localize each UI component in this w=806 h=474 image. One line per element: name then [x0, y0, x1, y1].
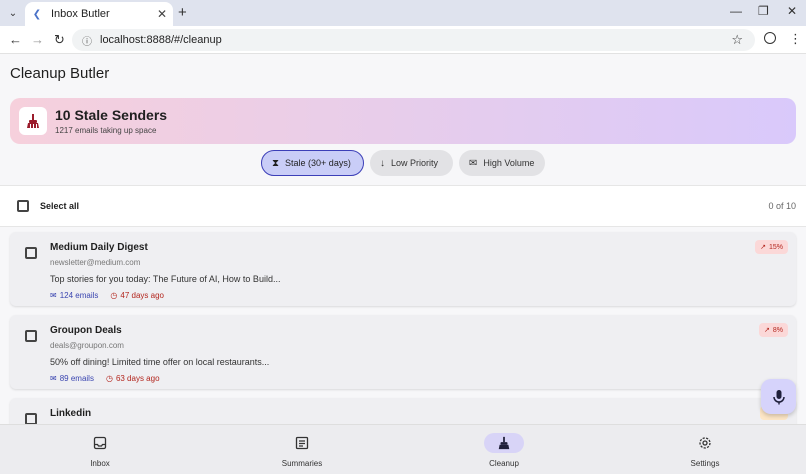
clock-icon: ◷	[105, 374, 113, 383]
browser-tab-title: Inbox Butler	[51, 8, 110, 20]
browser-tab[interactable]: ❮ Inbox Butler ✕	[25, 2, 173, 26]
bottom-navigation: Inbox Summaries Cleanup Settings	[0, 424, 806, 474]
mail-icon: ✉	[469, 157, 478, 169]
filter-chip-low-priority[interactable]: ↓ Low Priority	[370, 150, 453, 176]
summaries-icon	[282, 433, 322, 453]
nav-item-summaries[interactable]: Summaries	[242, 425, 362, 474]
sender-preview: 50% off dining! Limited time offer on lo…	[50, 357, 270, 367]
filter-chip-stale[interactable]: ⧗ Stale (30+ days)	[261, 150, 364, 176]
trend-up-icon: ↗	[764, 327, 770, 334]
filter-chip-label: Low Priority	[391, 158, 439, 168]
last-email-age: ◷ 47 days ago	[110, 291, 164, 300]
trend-percent: 15%	[768, 243, 783, 251]
gear-icon	[685, 433, 725, 453]
minimize-icon[interactable]: —	[730, 4, 742, 18]
clock-icon: ◷	[110, 291, 118, 300]
inbox-icon	[80, 433, 120, 453]
select-all-bar: Select all 0 of 10	[0, 185, 806, 227]
page-title: Cleanup Butler	[10, 65, 110, 82]
restore-icon[interactable]: ❐	[758, 4, 769, 18]
email-count: ✉ 124 emails	[50, 291, 98, 300]
sender-card[interactable]: Groupon Deals deals@groupon.com 50% off …	[10, 315, 796, 389]
broom-icon	[19, 107, 47, 135]
reload-icon[interactable]: ↻	[54, 32, 65, 48]
sender-email: newsletter@medium.com	[50, 258, 141, 267]
url-text: localhost:8888/#/cleanup	[100, 34, 222, 46]
filter-chip-label: Stale (30+ days)	[285, 158, 351, 168]
sender-card[interactable]: Linkedin	[10, 398, 796, 424]
trend-up-icon: ↗	[760, 244, 766, 251]
email-count-text: 89 emails	[59, 374, 94, 383]
forward-icon[interactable]: →	[31, 32, 44, 47]
sender-name: Medium Daily Digest	[50, 242, 148, 253]
sender-preview: Top stories for you today: The Future of…	[50, 274, 281, 284]
app-favicon-icon: ❮	[32, 8, 42, 20]
url-bar[interactable]: ⓘ localhost:8888/#/cleanup ☆	[72, 29, 755, 51]
sender-checkbox[interactable]	[25, 247, 37, 259]
sender-checkbox[interactable]	[25, 330, 37, 342]
window-close-icon[interactable]: ✕	[787, 4, 797, 18]
tab-close-icon[interactable]: ✕	[157, 7, 167, 21]
browser-menu-icon[interactable]: ⋮	[789, 31, 802, 47]
sender-checkbox[interactable]	[25, 413, 37, 424]
last-email-age: ◷ 63 days ago	[106, 374, 160, 383]
sender-email: deals@groupon.com	[50, 341, 124, 350]
site-info-icon[interactable]: ⓘ	[82, 33, 92, 48]
arrow-down-icon: ↓	[380, 157, 385, 169]
nav-item-cleanup[interactable]: Cleanup	[444, 425, 564, 474]
nav-item-settings[interactable]: Settings	[645, 425, 765, 474]
mail-icon: ✉	[50, 291, 57, 300]
filter-chips: ⧗ Stale (30+ days) ↓ Low Priority ✉ High…	[0, 150, 806, 176]
nav-label: Inbox	[90, 459, 110, 468]
tab-search-chevron-icon[interactable]: ⌄	[5, 5, 21, 21]
trend-badge: ↗ 8%	[759, 323, 788, 337]
bookmark-star-icon[interactable]: ☆	[731, 32, 743, 48]
selection-count: 0 of 10	[768, 201, 796, 211]
age-text: 47 days ago	[120, 291, 164, 300]
back-icon[interactable]: ←	[9, 32, 22, 47]
nav-label: Settings	[690, 459, 720, 468]
browser-toolbar: ← → ↻ ⓘ localhost:8888/#/cleanup ☆ ⋮	[0, 26, 806, 54]
trend-badge: ↗ 15%	[755, 240, 788, 254]
sender-name: Groupon Deals	[50, 325, 122, 336]
nav-item-inbox[interactable]: Inbox	[40, 425, 160, 474]
app-content: Cleanup Butler 10 Stale Senders 1217 ema…	[0, 54, 806, 424]
stale-senders-banner: 10 Stale Senders 1217 emails taking up s…	[10, 98, 796, 144]
sender-card[interactable]: Medium Daily Digest newsletter@medium.co…	[10, 232, 796, 306]
age-text: 63 days ago	[115, 374, 160, 383]
email-count-text: 124 emails	[59, 291, 99, 300]
email-count: ✉ 89 emails	[50, 374, 94, 383]
new-tab-button[interactable]: +	[178, 4, 187, 21]
banner-title: 10 Stale Senders	[55, 107, 168, 123]
voice-input-button[interactable]	[761, 379, 796, 414]
nav-label: Cleanup	[489, 459, 519, 468]
browser-tab-bar: ⌄ ❮ Inbox Butler ✕ + — ❐ ✕	[0, 0, 806, 26]
filter-chip-label: High Volume	[483, 158, 535, 168]
mail-icon: ✉	[50, 374, 57, 383]
profile-icon[interactable]	[764, 32, 776, 44]
trend-percent: 8%	[772, 326, 783, 334]
hourglass-icon: ⧗	[272, 157, 280, 169]
nav-label: Summaries	[281, 459, 323, 468]
sender-name: Linkedin	[50, 408, 92, 419]
banner-subtitle: 1217 emails taking up space	[55, 126, 157, 135]
broom-icon	[484, 433, 524, 453]
microphone-icon	[772, 389, 785, 404]
filter-chip-high-volume[interactable]: ✉ High Volume	[459, 150, 545, 176]
select-all-checkbox[interactable]	[17, 200, 29, 212]
select-all-label[interactable]: Select all	[40, 201, 79, 211]
